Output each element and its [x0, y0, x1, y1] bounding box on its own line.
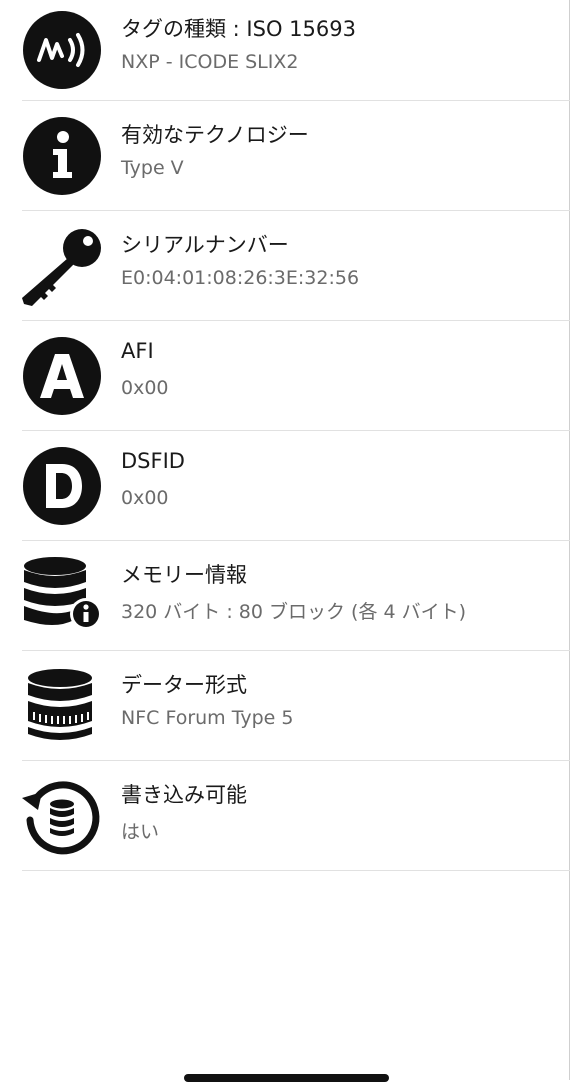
database-format-icon: [22, 666, 102, 746]
row-title: データー形式: [121, 673, 247, 697]
nfc-tag-icon: [22, 10, 102, 90]
home-indicator[interactable]: [184, 1074, 389, 1082]
list-item-memory-info[interactable]: メモリー情報 320 バイト : 80 ブロック (各 4 バイト): [22, 541, 570, 651]
row-title: シリアルナンバー: [121, 233, 289, 257]
row-title: 有効なテクノロジー: [121, 123, 309, 147]
list-item-writable[interactable]: 書き込み可能 はい: [22, 761, 570, 871]
row-value: NFC Forum Type 5: [121, 707, 294, 729]
info-icon: [22, 116, 102, 196]
tag-info-list: タグの種類 : ISO 15693 NXP - ICODE SLIX2 有効なテ…: [0, 0, 573, 871]
row-title: DSFID: [121, 449, 185, 473]
writable-database-icon: [22, 776, 102, 856]
key-icon: [22, 226, 102, 306]
letter-a-icon: [22, 336, 102, 416]
letter-d-icon: [22, 446, 102, 526]
row-value: 0x00: [121, 377, 169, 399]
database-info-icon: [22, 556, 102, 636]
row-value: 320 バイト : 80 ブロック (各 4 バイト): [121, 601, 467, 623]
list-item-data-format[interactable]: データー形式 NFC Forum Type 5: [22, 651, 570, 761]
list-item-technology[interactable]: 有効なテクノロジー Type V: [22, 101, 570, 211]
row-title: AFI: [121, 339, 154, 363]
row-value: はい: [121, 821, 160, 843]
row-value: Type V: [121, 157, 184, 179]
row-title: メモリー情報: [121, 563, 247, 587]
row-value: 0x00: [121, 487, 169, 509]
list-item-afi[interactable]: AFI 0x00: [22, 321, 570, 431]
row-title: 書き込み可能: [121, 783, 247, 807]
list-item-serial-number[interactable]: シリアルナンバー E0:04:01:08:26:3E:32:56: [22, 211, 570, 321]
list-item-tag-type[interactable]: タグの種類 : ISO 15693 NXP - ICODE SLIX2: [22, 0, 570, 101]
list-item-dsfid[interactable]: DSFID 0x00: [22, 431, 570, 541]
row-value: E0:04:01:08:26:3E:32:56: [121, 267, 360, 289]
row-value: NXP - ICODE SLIX2: [121, 51, 299, 73]
row-title: タグの種類 : ISO 15693: [121, 17, 356, 41]
